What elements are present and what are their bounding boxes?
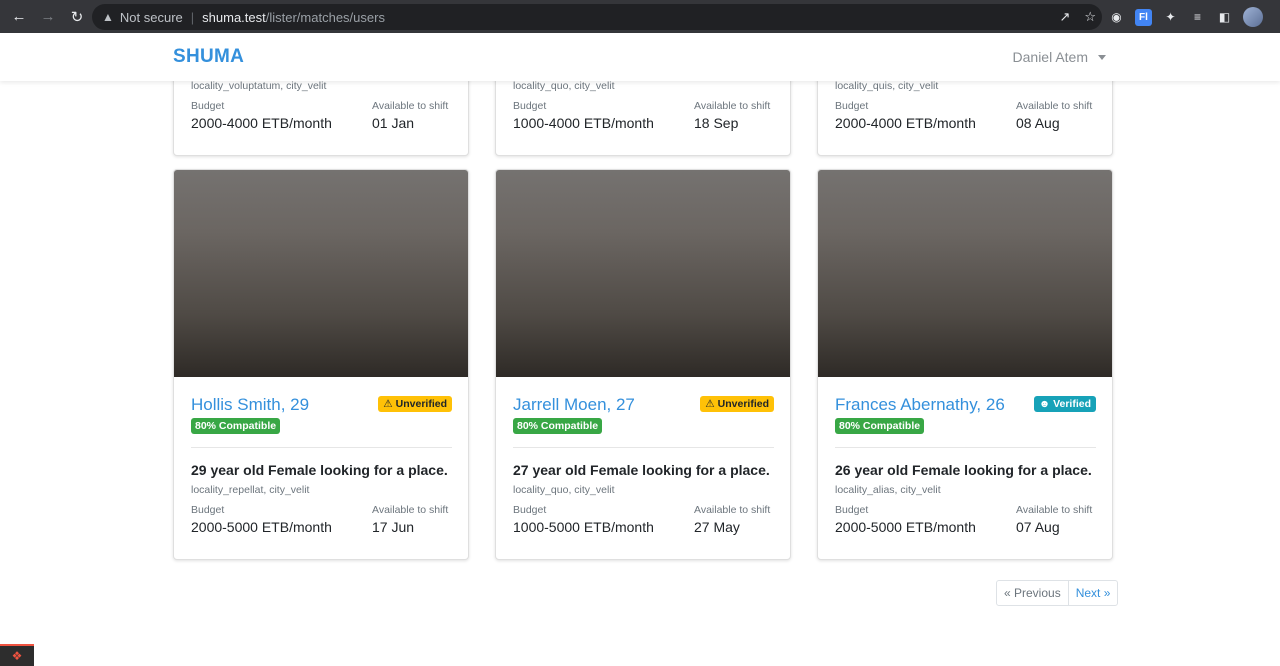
next-page-button[interactable]: Next » xyxy=(1069,581,1118,605)
match-name-link[interactable]: Hollis Smith, 29 xyxy=(191,395,309,415)
locality: locality_repellat, city_velit xyxy=(191,484,310,496)
shift-value: 07 Aug xyxy=(1016,519,1060,535)
compatibility-badge: 80% Compatible xyxy=(835,418,925,434)
warning-icon: ⚠ xyxy=(383,398,393,410)
budget-label: Budget xyxy=(835,504,869,516)
match-card[interactable]: Frances Abernathy, 26 ☻ Verified 80% Comp… xyxy=(817,169,1113,560)
profile-photo[interactable] xyxy=(174,170,468,377)
user-check-icon: ☻ xyxy=(1039,398,1051,410)
compatibility-badge: 80% Compatible xyxy=(513,418,603,434)
pagination: « Previous Next » xyxy=(996,580,1119,606)
match-card[interactable]: Hollis Smith, 29 ⚠ Unverified 80% Compati… xyxy=(173,169,469,560)
shift-label: Available to shift xyxy=(372,504,449,516)
status-badge: ☻ Verified xyxy=(1034,396,1096,412)
match-description: 29 year old Female looking for a place. xyxy=(191,462,448,478)
budget-label: Budget xyxy=(835,100,869,112)
match-description: 26 year old Female looking for a place. xyxy=(835,462,1092,478)
divider xyxy=(513,447,774,448)
caret-down-icon xyxy=(1098,54,1106,60)
locality: locality_quo, city_velit xyxy=(513,80,615,92)
budget-value: 2000-5000 ETB/month xyxy=(191,519,332,535)
shift-label: Available to shift xyxy=(1016,100,1093,112)
budget-label: Budget xyxy=(191,100,225,112)
previous-page-button[interactable]: « Previous xyxy=(997,581,1069,605)
divider xyxy=(835,447,1096,448)
user-menu-dropdown[interactable]: Daniel Atem xyxy=(1013,49,1106,65)
app-navbar: SHUMA Daniel Atem xyxy=(0,33,1280,81)
bookmark-star-icon[interactable]: ☆ xyxy=(1084,9,1096,25)
profile-photo[interactable] xyxy=(496,170,790,377)
budget-value: 2000-4000 ETB/month xyxy=(835,115,976,131)
puzzle-extensions-icon[interactable]: ✦ xyxy=(1162,9,1179,26)
shift-label: Available to shift xyxy=(694,100,771,112)
fl-extension-icon[interactable]: Fl xyxy=(1135,8,1152,26)
match-name-link[interactable]: Jarrell Moen, 27 xyxy=(513,395,635,415)
profile-avatar[interactable] xyxy=(1243,7,1263,27)
user-name: Daniel Atem xyxy=(1012,49,1088,65)
budget-value: 2000-5000 ETB/month xyxy=(835,519,976,535)
locality: locality_voluptatum, city_velit xyxy=(191,80,327,92)
budget-label: Budget xyxy=(191,504,225,516)
shift-label: Available to shift xyxy=(694,504,771,516)
shift-value: 17 Jun xyxy=(372,519,415,535)
back-icon[interactable]: ← xyxy=(6,4,32,30)
locality: locality_quis, city_velit xyxy=(835,80,939,92)
budget-label: Budget xyxy=(513,100,547,112)
match-name-link[interactable]: Frances Abernathy, 26 xyxy=(835,395,1005,415)
locality: locality_quo, city_velit xyxy=(513,484,615,496)
budget-value: 1000-4000 ETB/month xyxy=(513,115,654,131)
browser-toolbar: ← → ↻ ▲ Not secure | shuma.test /lister/… xyxy=(0,0,1280,33)
shift-value: 27 May xyxy=(694,519,740,535)
side-panel-icon[interactable]: ◧ xyxy=(1216,9,1233,26)
budget-value: 2000-4000 ETB/month xyxy=(191,115,332,131)
camera-extension-icon[interactable]: ◉ xyxy=(1108,9,1125,26)
budget-label: Budget xyxy=(513,504,547,516)
address-bar[interactable]: ▲ Not secure | shuma.test /lister/matche… xyxy=(92,4,1102,30)
forward-icon[interactable]: → xyxy=(35,4,61,30)
shift-value: 18 Sep xyxy=(694,115,739,131)
shift-label: Available to shift xyxy=(1016,504,1093,516)
reading-list-icon[interactable]: ≡ xyxy=(1189,9,1206,26)
warning-icon: ⚠ xyxy=(705,398,715,410)
url-path: /lister/matches/users xyxy=(265,9,385,25)
shift-label: Available to shift xyxy=(372,100,449,112)
divider xyxy=(191,447,452,448)
status-badge: ⚠ Unverified xyxy=(700,396,774,412)
omnibox-separator: | xyxy=(190,9,195,25)
locality: locality_alias, city_velit xyxy=(835,484,941,496)
security-label: Not secure xyxy=(119,9,183,25)
warning-icon: ▲ xyxy=(102,10,114,24)
share-icon[interactable]: ↗ xyxy=(1059,9,1070,25)
compatibility-badge: 80% Compatible xyxy=(191,418,281,434)
status-badge: ⚠ Unverified xyxy=(378,396,452,412)
shift-value: 08 Aug xyxy=(1016,115,1060,131)
match-card[interactable]: Jarrell Moen, 27 ⚠ Unverified 80% Compati… xyxy=(495,169,791,560)
profile-photo[interactable] xyxy=(818,170,1112,377)
match-description: 27 year old Female looking for a place. xyxy=(513,462,770,478)
budget-value: 1000-5000 ETB/month xyxy=(513,519,654,535)
laravel-debugbar-icon[interactable]: ❖ xyxy=(0,644,34,666)
reload-icon[interactable]: ↻ xyxy=(64,4,90,30)
url-host: shuma.test xyxy=(202,9,266,25)
brand-logo[interactable]: SHUMA xyxy=(173,46,244,68)
shift-value: 01 Jan xyxy=(372,115,415,131)
